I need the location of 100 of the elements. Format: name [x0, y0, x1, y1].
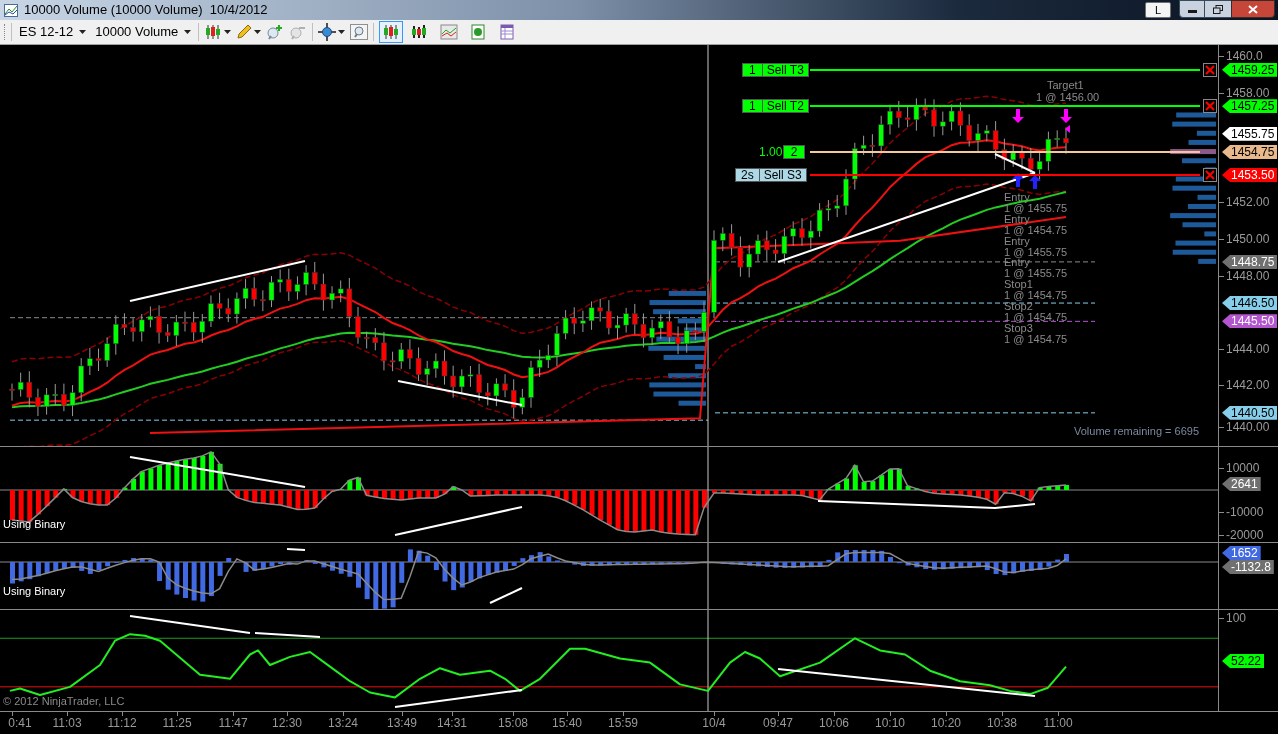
time-axis-label: 10:06 [819, 716, 849, 730]
time-axis-label: 15:59 [608, 716, 638, 730]
trend-line[interactable] [394, 506, 523, 536]
time-axis-label: 11:00 [1043, 716, 1073, 730]
trend-line[interactable] [286, 548, 306, 551]
time-axis-label: 11:47 [218, 716, 248, 730]
price-flag: 2641 [1222, 477, 1261, 491]
trend-line[interactable] [129, 260, 306, 302]
time-axis-label: 11:12 [107, 716, 137, 730]
time-axis-label: 10:38 [987, 716, 1017, 730]
order-annotation: 1 @ 1455.75 [1004, 268, 1068, 280]
line-chart-icon [440, 24, 459, 40]
axis-tick-label: 1448.00 [1226, 269, 1270, 283]
time-axis-label: 09:47 [763, 716, 793, 730]
indicator-caption: Using Binary [3, 585, 66, 597]
order-annotation: Entry [1004, 192, 1030, 203]
caret-icon [224, 30, 232, 34]
trend-line[interactable] [489, 587, 523, 604]
order-line[interactable] [810, 105, 1200, 108]
order-label[interactable]: 2s Sell S3 [735, 167, 807, 182]
zoom-in-button[interactable] [266, 24, 285, 40]
trend-line[interactable] [817, 500, 1036, 509]
price-flag: 1453.50 [1222, 167, 1278, 182]
close-button[interactable] [1231, 0, 1275, 18]
time-axis-label: 11:03 [52, 716, 82, 730]
axis-tick-label: 1444.00 [1226, 342, 1270, 356]
close-button[interactable] [1203, 62, 1217, 77]
price-flag: 1446.50 [1222, 296, 1278, 311]
trend-line[interactable] [254, 632, 321, 638]
triangle-marker-icon [1065, 125, 1070, 133]
chart-icon [4, 3, 18, 17]
zoom-button[interactable] [350, 24, 369, 40]
order-label[interactable]: 1 Sell T3 [742, 62, 809, 77]
time-axis-label: 13:49 [387, 716, 417, 730]
up-arrow-icon [1029, 175, 1041, 189]
caret-icon [338, 30, 346, 34]
order-annotation: 1 @ 1455.75 [1004, 246, 1068, 258]
maximize-button[interactable] [1205, 0, 1231, 18]
trend-line[interactable] [777, 668, 1036, 697]
position-price-text: 1.00 [759, 145, 783, 160]
trend-line[interactable] [129, 615, 251, 634]
volume-remaining-text: Volume remaining = 6695 [1074, 425, 1200, 437]
trend-line[interactable] [397, 380, 523, 406]
interval-dropdown[interactable]: 10000 Volume [93, 22, 194, 42]
order-annotation: 1 @ 1454.75 [1004, 290, 1068, 302]
axis-tick-label: -10000 [1226, 506, 1264, 519]
order-annotation: Entry [1004, 213, 1030, 225]
time-axis-label: 13:24 [328, 716, 358, 730]
toolbar-toggle[interactable] [379, 21, 404, 43]
time-axis-label: 10:20 [931, 716, 961, 730]
trend-line[interactable] [994, 153, 1036, 174]
time-axis-label: 15:40 [552, 716, 582, 730]
order-annotation: Stop1 [1004, 279, 1033, 291]
data-table-icon [500, 24, 515, 40]
price-flag: 1448.75 [1222, 254, 1278, 269]
crosshair-button[interactable] [318, 23, 346, 41]
candlestick-icon [204, 24, 223, 40]
caret-icon [79, 30, 87, 34]
axis-tick-label: 100 [1226, 612, 1247, 625]
position-label[interactable]: 2 [783, 145, 805, 160]
order-annotation: Target1 [1047, 80, 1084, 91]
minimize-button[interactable] [1179, 0, 1205, 18]
drawing-tool-button[interactable] [236, 24, 262, 40]
order-line[interactable] [810, 151, 1200, 154]
time-axis-label: 0:41 [8, 716, 32, 730]
close-button[interactable] [1203, 99, 1217, 114]
time-axis-label: 15:08 [498, 716, 528, 730]
caret-icon [254, 30, 262, 34]
order-label[interactable]: 1 Sell T2 [742, 99, 809, 114]
layout-button[interactable]: L [1145, 2, 1171, 18]
search-icon [350, 24, 369, 40]
price-flag: 1455.75 [1222, 126, 1278, 141]
zoom-out-icon [289, 24, 308, 40]
indicator-caption: Using Binary [3, 518, 66, 530]
axis-tick-label: 1452.00 [1226, 196, 1270, 210]
order-annotation: 1 @ 1456.00 [1036, 92, 1100, 103]
axis-tick-label: -20000 [1226, 529, 1264, 542]
axis-tick-label: 1442.00 [1226, 379, 1270, 393]
axis-tick-label: 1458.00 [1226, 86, 1270, 100]
axis-tick-label: 1450.00 [1226, 233, 1270, 246]
instrument-dropdown[interactable]: ES 12-12 [17, 22, 89, 42]
minimize-icon [1187, 10, 1197, 13]
price-flag: 1457.25 [1222, 99, 1278, 114]
close-icon [1248, 4, 1258, 14]
down-arrow-icon [1060, 109, 1072, 123]
crosshair-icon [318, 23, 337, 41]
window-title: 10000 Volume (10000 Volume) 10/4/2012 [24, 1, 268, 20]
restore-icon [1213, 4, 1223, 14]
price-flag: 1454.75 [1222, 145, 1278, 160]
caret-icon [184, 30, 192, 34]
order-annotation: 1 @ 1455.75 [1004, 202, 1068, 214]
price-flag: 52.22 [1222, 654, 1265, 668]
order-line[interactable] [810, 68, 1200, 71]
chart-style-button[interactable] [204, 24, 232, 40]
price-flag: 1440.50 [1222, 405, 1278, 420]
trend-line[interactable] [394, 689, 523, 708]
time-axis-label: 10:10 [875, 716, 905, 730]
time-axis-label: 12:30 [272, 716, 302, 730]
trend-line[interactable] [129, 456, 306, 488]
order-annotation: Stop3 [1004, 322, 1033, 334]
